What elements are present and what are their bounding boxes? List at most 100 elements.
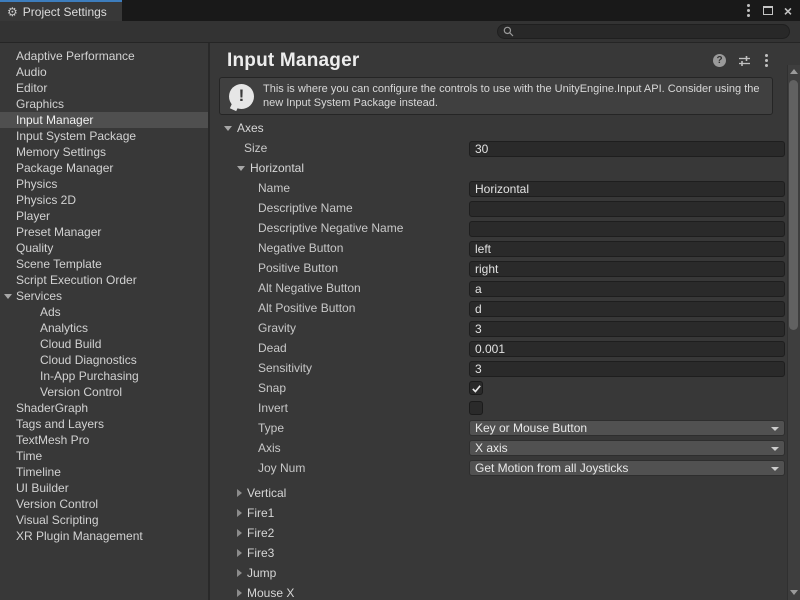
alt-negative-button-input[interactable]	[469, 281, 785, 297]
sidebar-item-physics[interactable]: Physics	[0, 176, 208, 192]
sidebar-item-time[interactable]: Time	[0, 448, 208, 464]
foldout-jump[interactable]: Jump	[210, 563, 800, 583]
foldout-collapsed-icon[interactable]	[237, 489, 242, 497]
foldout-collapsed-icon[interactable]	[237, 529, 242, 537]
descriptive-name-input[interactable]	[469, 201, 785, 217]
help-icon[interactable]: ?	[713, 54, 726, 67]
checkmark-icon	[471, 383, 482, 394]
sidebar-item-adaptive-performance[interactable]: Adaptive Performance	[0, 48, 208, 64]
foldout-collapsed-icon[interactable]	[237, 569, 242, 577]
negative-button-input[interactable]	[469, 241, 785, 257]
sidebar-item-editor[interactable]: Editor	[0, 80, 208, 96]
foldout-collapsed-icon[interactable]	[237, 549, 242, 557]
sidebar-item-ui-builder[interactable]: UI Builder	[0, 480, 208, 496]
foldout-fire1[interactable]: Fire1	[210, 503, 800, 523]
foldout-collapsed-icon[interactable]	[237, 589, 242, 597]
search-box[interactable]	[497, 24, 790, 39]
sidebar-item-label: Cloud Build	[40, 337, 101, 351]
foldout-open-icon[interactable]	[4, 294, 12, 299]
settings-sidebar: Adaptive PerformanceAudioEditorGraphicsI…	[0, 43, 210, 600]
sidebar-item-version-control[interactable]: Version Control	[0, 496, 208, 512]
sidebar-item-shadergraph[interactable]: ShaderGraph	[0, 400, 208, 416]
scrollbar-thumb[interactable]	[789, 80, 798, 330]
maximize-icon[interactable]	[763, 6, 773, 15]
field-label: Alt Positive Button	[210, 301, 355, 315]
foldout-open-icon[interactable]	[237, 166, 245, 171]
field-label: Size	[210, 141, 267, 155]
sidebar-item-scene-template[interactable]: Scene Template	[0, 256, 208, 272]
sidebar-item-audio[interactable]: Audio	[0, 64, 208, 80]
sidebar-item-visual-scripting[interactable]: Visual Scripting	[0, 512, 208, 528]
dead-input[interactable]	[469, 341, 785, 357]
foldout-label: Fire3	[247, 546, 274, 560]
foldout-fire2[interactable]: Fire2	[210, 523, 800, 543]
sidebar-item-script-execution-order[interactable]: Script Execution Order	[0, 272, 208, 288]
vertical-scrollbar[interactable]	[787, 65, 800, 600]
field-label: Axis	[210, 441, 281, 455]
joy-num-dropdown[interactable]: Get Motion from all Joysticks	[469, 460, 785, 476]
descriptive-negative-name-input[interactable]	[469, 221, 785, 237]
tab-project-settings[interactable]: ⚙ Project Settings	[0, 0, 122, 21]
sidebar-item-in-app-purchasing-sub[interactable]: In-App Purchasing	[0, 368, 208, 384]
field-row-type: TypeKey or Mouse Button	[210, 418, 800, 438]
sidebar-item-version-control-sub[interactable]: Version Control	[0, 384, 208, 400]
sidebar-item-quality[interactable]: Quality	[0, 240, 208, 256]
sidebar-item-preset-manager[interactable]: Preset Manager	[0, 224, 208, 240]
sensitivity-input[interactable]	[469, 361, 785, 377]
positive-button-input[interactable]	[469, 261, 785, 277]
foldout-fire3[interactable]: Fire3	[210, 543, 800, 563]
foldout-collapsed-icon[interactable]	[237, 509, 242, 517]
sidebar-item-tags-and-layers[interactable]: Tags and Layers	[0, 416, 208, 432]
foldout-axes[interactable]: Axes	[210, 118, 800, 138]
sidebar-item-textmesh-pro[interactable]: TextMesh Pro	[0, 432, 208, 448]
panel-menu-icon[interactable]	[763, 52, 770, 69]
sidebar-item-label: Editor	[16, 81, 47, 95]
scroll-down-icon[interactable]	[790, 590, 798, 595]
sidebar-item-xr-plugin-management[interactable]: XR Plugin Management	[0, 528, 208, 544]
scroll-up-icon[interactable]	[790, 69, 798, 74]
invert-checkbox[interactable]	[469, 401, 483, 415]
field-label: Snap	[210, 381, 286, 395]
type-dropdown[interactable]: Key or Mouse Button	[469, 420, 785, 436]
sidebar-item-label: Input Manager	[16, 113, 93, 127]
gravity-input[interactable]	[469, 321, 785, 337]
sidebar-item-graphics[interactable]: Graphics	[0, 96, 208, 112]
sidebar-item-player[interactable]: Player	[0, 208, 208, 224]
axis-dropdown[interactable]: X axis	[469, 440, 785, 456]
foldout-horizontal[interactable]: Horizontal	[210, 158, 800, 178]
sidebar-item-label: Script Execution Order	[16, 273, 137, 287]
sidebar-item-label: Ads	[40, 305, 61, 319]
search-input[interactable]	[518, 26, 784, 38]
sidebar-item-memory-settings[interactable]: Memory Settings	[0, 144, 208, 160]
alt-positive-button-input[interactable]	[469, 301, 785, 317]
field-label: Negative Button	[210, 241, 343, 255]
sidebar-item-cloud-diagnostics-sub[interactable]: Cloud Diagnostics	[0, 352, 208, 368]
field-row-sensitivity: Sensitivity	[210, 358, 800, 378]
sidebar-item-label: ShaderGraph	[16, 401, 88, 415]
foldout-vertical[interactable]: Vertical	[210, 483, 800, 503]
info-icon: !	[229, 84, 254, 109]
window-menu-icon[interactable]	[745, 2, 752, 19]
sidebar-item-input-manager[interactable]: Input Manager	[0, 112, 208, 128]
foldout-mouse-x[interactable]: Mouse X	[210, 583, 800, 600]
sidebar-item-ads-sub[interactable]: Ads	[0, 304, 208, 320]
page-title: Input Manager	[227, 50, 359, 72]
field-row-snap: Snap	[210, 378, 800, 398]
sidebar-item-package-manager[interactable]: Package Manager	[0, 160, 208, 176]
sidebar-item-input-system-package[interactable]: Input System Package	[0, 128, 208, 144]
name-input[interactable]	[469, 181, 785, 197]
sidebar-item-label: Cloud Diagnostics	[40, 353, 137, 367]
sidebar-item-cloud-build-sub[interactable]: Cloud Build	[0, 336, 208, 352]
presets-icon[interactable]	[738, 55, 751, 67]
toolbar	[0, 21, 800, 43]
snap-checkbox[interactable]	[469, 381, 483, 395]
close-icon[interactable]: ×	[784, 4, 792, 18]
sidebar-item-services[interactable]: Services	[0, 288, 208, 304]
sidebar-item-timeline[interactable]: Timeline	[0, 464, 208, 480]
foldout-label: Fire1	[247, 506, 274, 520]
foldout-open-icon[interactable]	[224, 126, 232, 131]
sidebar-item-physics-2d[interactable]: Physics 2D	[0, 192, 208, 208]
sidebar-item-analytics-sub[interactable]: Analytics	[0, 320, 208, 336]
size-input[interactable]	[469, 141, 785, 157]
search-icon	[503, 26, 514, 37]
